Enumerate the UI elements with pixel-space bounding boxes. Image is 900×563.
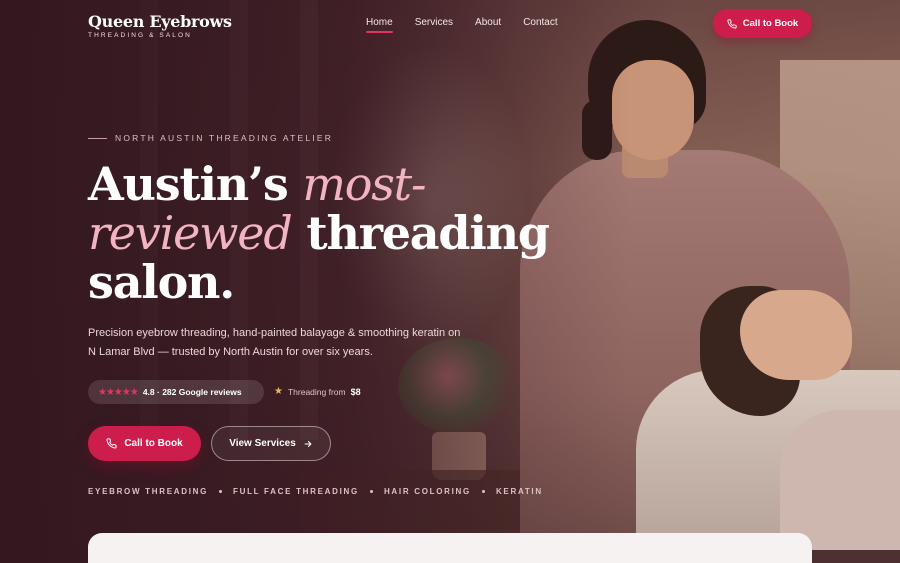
nav-home[interactable]: Home	[366, 17, 393, 33]
eyebrow-divider	[88, 137, 107, 139]
service-keratin: KERATIN	[495, 487, 543, 496]
headline-part2: threading	[306, 206, 550, 260]
service-full-face-threading: FULL FACE THREADING	[233, 487, 359, 496]
hero-eyebrow: NORTH AUSTIN THREADING ATELIER	[88, 133, 333, 143]
price-value: $8	[350, 386, 361, 397]
headline-part3: salon.	[88, 255, 235, 309]
header-call-label: Call to Book	[742, 18, 799, 29]
separator-dot	[219, 490, 223, 493]
separator-dot	[481, 490, 485, 493]
headline-accent1: most-	[302, 157, 426, 211]
star-rating-icon: ★★★★★	[98, 386, 139, 398]
price-chip: ★ Threading from $8	[274, 386, 361, 397]
hero-subhead: Precision eyebrow threading, hand-painte…	[88, 327, 461, 358]
site-header: Queen Eyebrows THREADING & SALON Home Se…	[0, 0, 900, 48]
view-services-button[interactable]: View Services	[211, 426, 331, 461]
service-eyebrow-threading: EYEBROW THREADING	[88, 487, 209, 496]
eyebrow-text: NORTH AUSTIN THREADING ATELIER	[115, 133, 334, 143]
service-hair-coloring: HAIR COLORING	[383, 487, 471, 496]
separator-dot	[369, 490, 373, 493]
nav-services[interactable]: Services	[415, 17, 453, 28]
nav-contact[interactable]: Contact	[523, 17, 557, 28]
star-icon: ★	[274, 386, 283, 397]
call-to-book-button[interactable]: Call to Book	[88, 426, 201, 461]
call-to-book-label: Call to Book	[124, 438, 183, 449]
headline-accent2: reviewed	[88, 206, 293, 260]
arrow-right-icon	[303, 439, 313, 449]
view-services-label: View Services	[229, 438, 296, 449]
hero-headline: Austin’s most- reviewed threading salon.	[88, 157, 550, 309]
logo-tagline: THREADING & SALON	[88, 32, 192, 39]
next-section-card	[88, 533, 812, 563]
services-strip: EYEBROW THREADING FULL FACE THREADING HA…	[88, 487, 543, 496]
header-call-button[interactable]: Call to Book	[713, 9, 812, 38]
phone-icon	[727, 18, 737, 29]
rating-badge: ★★★★★ 4.8 · 282 Google reviews	[88, 380, 264, 404]
rating-text: 4.8 · 282 Google reviews	[142, 387, 242, 397]
logo[interactable]: Queen Eyebrows THREADING & SALON	[88, 12, 232, 39]
price-label: Threading from	[287, 386, 346, 397]
headline-part1: Austin’s	[88, 157, 289, 211]
phone-icon	[106, 438, 117, 449]
main-nav: Home Services About Contact	[366, 17, 558, 33]
logo-name: Queen Eyebrows	[88, 12, 232, 31]
nav-about[interactable]: About	[475, 17, 501, 28]
